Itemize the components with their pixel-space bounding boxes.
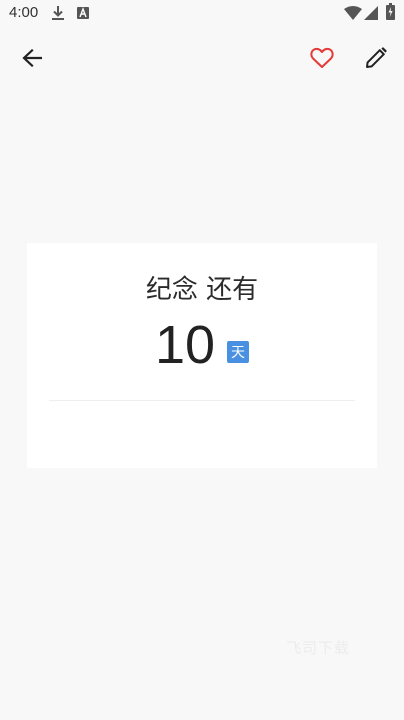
favorite-button[interactable] [302,38,342,78]
arrow-left-icon [22,49,42,67]
days-count: 10 [154,315,216,375]
app-bar [0,28,404,88]
day-unit-badge: 天 [227,341,250,363]
pencil-icon [366,47,387,68]
wifi-icon [344,6,362,20]
countdown-row: 10 天 [27,315,377,375]
countdown-title: 纪念 还有 [145,275,259,305]
watermark: 飞司下载 [286,639,351,657]
signal-icon [364,6,378,20]
edit-button[interactable] [356,38,396,78]
heart-outline-icon [310,47,334,68]
card-divider [49,400,355,401]
download-icon [52,6,64,20]
countdown-card[interactable]: 纪念 还有 10 天 [27,243,377,468]
battery-icon [386,3,395,20]
back-button[interactable] [12,38,52,78]
a-badge-icon [77,7,89,19]
status-time: 4:00 [9,4,39,21]
status-bar: 4:00 [0,0,404,28]
